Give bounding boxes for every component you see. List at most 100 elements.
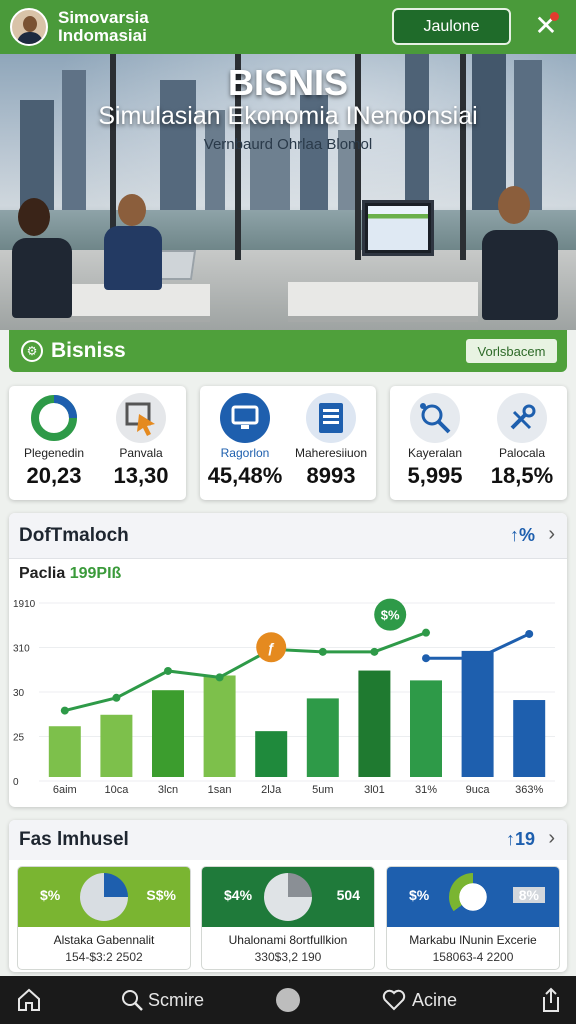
- stat-label: Maheresiiuon: [294, 446, 368, 460]
- portfolio-name: Uhalonami 8ortfullkion: [228, 933, 348, 947]
- portfolio-item[interactable]: $% 8% Markabu lNunin Excerie 158063-4 22…: [386, 866, 560, 970]
- x-tick-label: 1san: [208, 784, 232, 796]
- search-icon: [122, 990, 143, 1011]
- portfolio-left-value: $4%: [224, 887, 253, 903]
- stat-label: Ragorlon: [220, 446, 270, 460]
- section-action-button[interactable]: Vorlsbacem: [466, 339, 557, 363]
- series-point: [370, 647, 379, 656]
- stat-item: Panvala 13,30: [96, 386, 186, 500]
- portfolio-item[interactable]: $% S$% Alstaka Gabennalit 154-$3:2 2502: [17, 866, 191, 970]
- home-icon[interactable]: [16, 976, 42, 1024]
- donut-chart-icon: [449, 873, 497, 921]
- portfolio-action[interactable]: ↑19: [506, 829, 535, 850]
- stat-item: Ragorlon 45,48%: [200, 386, 290, 500]
- stat-card-2[interactable]: Ragorlon 45,48% Maheresiiuon 8993: [200, 386, 376, 500]
- x-tick-label: 3lcn: [158, 784, 178, 796]
- notification-dot: [550, 12, 559, 21]
- portfolio-left-value: $%: [409, 887, 430, 903]
- tools-icon: [497, 393, 547, 443]
- x-tick-label: 363%: [515, 784, 543, 796]
- portfolio-right-value: 8%: [512, 887, 545, 903]
- nav-favorites-label: Acine: [412, 989, 458, 1010]
- stat-card-1[interactable]: Plegenedin 20,23 Panvala 13,30: [9, 386, 186, 500]
- chart-action[interactable]: ↑%: [510, 525, 535, 546]
- y-tick-label: 25: [13, 733, 25, 744]
- share-icon[interactable]: [540, 976, 562, 1024]
- chart-card: DofTmaloch ↑% › Paclia 199PIß 1910 310 30 2…: [9, 513, 567, 807]
- stat-item: Maheresiiuon 8993: [286, 386, 376, 500]
- series-point: [164, 666, 172, 675]
- x-tick-label: 3l01: [364, 784, 385, 796]
- app-title-line1: Simovarsia: [58, 8, 149, 27]
- portfolio-name: Markabu lNunin Excerie: [409, 933, 537, 947]
- nav-favorites[interactable]: Acine: [382, 976, 457, 1024]
- stat-value: 8993: [306, 463, 356, 488]
- chevron-right-icon[interactable]: ›: [548, 827, 555, 850]
- hero-banner: BISNIS Simulasian Ekonomia INenoonsiai V…: [0, 54, 576, 330]
- stat-value: 20,23: [26, 463, 82, 488]
- x-tick-label: 10ca: [104, 784, 129, 796]
- bottom-nav: Scmire Acine: [0, 976, 576, 1024]
- badge-green-label: $%: [381, 608, 400, 623]
- heart-icon: [382, 989, 406, 1011]
- badge-orange-label: ƒ: [267, 639, 275, 655]
- chart-header: DofTmaloch ↑% ›: [9, 513, 567, 559]
- portfolio-right-value: 504: [336, 887, 360, 903]
- portfolio-header: Fas lmhusel ↑19 ›: [9, 820, 567, 860]
- stat-label: Plegenedin: [23, 446, 85, 460]
- portfolio-left-value: $%: [40, 887, 61, 903]
- y-tick-label: 30: [13, 688, 25, 699]
- stat-item: Palocala 18,5%: [477, 386, 567, 500]
- chart-title: DofTmaloch: [19, 525, 129, 546]
- app-title-line2: Indomasiai: [58, 26, 147, 45]
- y-tick-label: 310: [13, 644, 30, 655]
- chart-subtitle-b: 199PIß: [69, 565, 122, 582]
- series-point: [112, 693, 121, 702]
- section-header: ⚙ Bisniss Vorlsbacem: [9, 330, 567, 372]
- x-tick-label: 31%: [415, 784, 437, 796]
- bar: [100, 714, 133, 777]
- stat-value: 45,48%: [207, 463, 283, 488]
- bar: [306, 698, 339, 777]
- settings-icon: ⚙: [21, 340, 43, 362]
- bar: [48, 726, 81, 777]
- chevron-right-icon[interactable]: ›: [548, 523, 555, 546]
- stat-label: Panvala: [119, 446, 163, 460]
- nav-search-label: Scmire: [148, 989, 205, 1010]
- bar: [410, 680, 442, 777]
- portfolio-card: Fas lmhusel ↑19 › $% S$% Alstaka Gabenna…: [9, 820, 567, 972]
- stat-value: 18,5%: [490, 463, 554, 488]
- stat-item: Kayeralan 5,995: [390, 386, 480, 500]
- monitor: [362, 200, 434, 256]
- stat-card-3[interactable]: Kayeralan 5,995 Palocala 18,5%: [390, 386, 567, 500]
- portfolio-title: Fas lmhusel: [19, 829, 129, 850]
- pie-chart-icon: [80, 873, 128, 921]
- y-tick-label: 1910: [13, 599, 36, 610]
- section-title: Bisniss: [51, 339, 126, 362]
- nav-search[interactable]: Scmire: [120, 976, 204, 1024]
- bar: [461, 650, 494, 777]
- top-action-button[interactable]: Jaulone: [392, 8, 511, 45]
- stat-value: 13,30: [113, 463, 169, 488]
- y-tick-label: 0: [13, 777, 19, 788]
- bar: [255, 731, 288, 777]
- series-point: [422, 654, 430, 663]
- portfolio-sub: 330$3,2 190: [254, 950, 322, 964]
- bar: [358, 670, 391, 777]
- stat-item: Plegenedin 20,23: [9, 386, 99, 500]
- cursor-click-icon: [116, 393, 166, 443]
- hero-caption: Vernbaurd Ohrlaa Blomol: [203, 136, 373, 153]
- app-title: Simovarsia Indomasiai: [58, 9, 149, 45]
- donut-chart-icon: [29, 393, 79, 443]
- stat-label: Palocala: [498, 446, 546, 460]
- chart-subtitle-a: Paclia: [19, 565, 70, 582]
- x-tick-label: 5um: [312, 784, 333, 796]
- avatar[interactable]: [10, 8, 48, 46]
- series-point: [215, 673, 224, 682]
- portfolio-item[interactable]: $4% 504 Uhalonami 8ortfullkion 330$3,2 1…: [201, 866, 375, 970]
- circle-icon[interactable]: [276, 976, 300, 1024]
- monitor-icon: [220, 393, 270, 443]
- portfolio-name: Alstaka Gabennalit: [53, 933, 155, 947]
- series-point: [318, 647, 327, 656]
- pie-chart-icon: [264, 873, 312, 921]
